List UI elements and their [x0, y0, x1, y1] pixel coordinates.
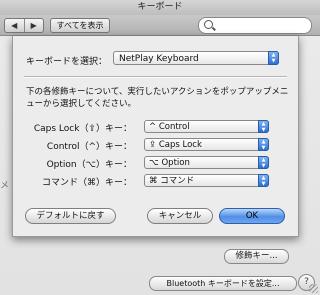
cancel-button[interactable]: キャンセル [147, 208, 213, 224]
bluetooth-setup-button[interactable]: Bluetooth キーボードを設定... [149, 276, 297, 291]
keyboard-select[interactable]: NetPlay Keyboard ▲ ▼ [113, 51, 279, 65]
command-value: ⌘ コマンド [149, 176, 195, 186]
popup-arrows-icon: ▲ ▼ [258, 138, 269, 151]
restore-defaults-button[interactable]: デフォルトに戻す [25, 208, 116, 224]
modifier-keys-sheet: キーボードを選択： NetPlay Keyboard ▲ ▼ 下の各修飾キーについ… [12, 36, 299, 237]
caps-lock-label: Caps Lock（⇪）キー： [33, 124, 132, 134]
separator [24, 76, 287, 78]
control-select[interactable]: ⇪ Caps Lock ▲ ▼ [144, 138, 269, 151]
option-value: ⌥ Option [149, 158, 190, 168]
popup-arrows-icon: ▲ ▼ [268, 51, 279, 65]
modifier-keys-button[interactable]: 修飾キー... [224, 249, 289, 264]
keyboard-select-value: NetPlay Keyboard [119, 54, 199, 64]
popup-arrows-icon: ▲ ▼ [258, 120, 269, 133]
forward-button[interactable]: ▶ [25, 19, 44, 32]
search-icon [204, 20, 213, 29]
toolbar: ◀ ▶ すべてを表示 [0, 15, 320, 36]
keyboard-select-label: キーボードを選択： [26, 57, 108, 67]
search-input[interactable] [198, 17, 312, 34]
option-row: Option（⌥）キー： ⌥ Option ▲ ▼ [13, 156, 298, 170]
caps-lock-row: Caps Lock（⇪）キー： ^ Control ▲ ▼ [13, 120, 298, 134]
back-button[interactable]: ◀ [5, 19, 25, 32]
caps-lock-select[interactable]: ^ Control ▲ ▼ [144, 120, 269, 133]
background-partial-text: メ [0, 181, 10, 191]
preferences-window: キーボード ◀ ▶ すべてを表示 メ 修飾キー... Bluetooth キーボ… [0, 0, 320, 295]
option-label: Option（⌥）キー： [46, 160, 132, 170]
ok-button[interactable]: OK [219, 208, 285, 224]
command-row: コマンド（⌘）キー： ⌘ コマンド ▲ ▼ [13, 174, 298, 188]
caps-lock-value: ^ Control [149, 122, 190, 132]
show-all-button[interactable]: すべてを表示 [50, 18, 110, 33]
resize-grip[interactable] [309, 284, 318, 293]
popup-arrows-icon: ▲ ▼ [258, 174, 269, 187]
control-value: ⇪ Caps Lock [149, 140, 202, 150]
command-label: コマンド（⌘）キー： [41, 178, 132, 188]
popup-arrows-icon: ▲ ▼ [258, 156, 269, 169]
option-select[interactable]: ⌥ Option ▲ ▼ [144, 156, 269, 169]
nav-buttons: ◀ ▶ [4, 18, 44, 33]
control-row: Control（^）キー： ⇪ Caps Lock ▲ ▼ [13, 138, 298, 152]
command-select[interactable]: ⌘ コマンド ▲ ▼ [144, 174, 269, 187]
instructions-text: 下の各修飾キーについて、実行したいアクションをポップアップメニューから選択してく… [26, 87, 289, 109]
control-label: Control（^）キー： [46, 142, 132, 152]
window-title: キーボード [0, 0, 320, 16]
